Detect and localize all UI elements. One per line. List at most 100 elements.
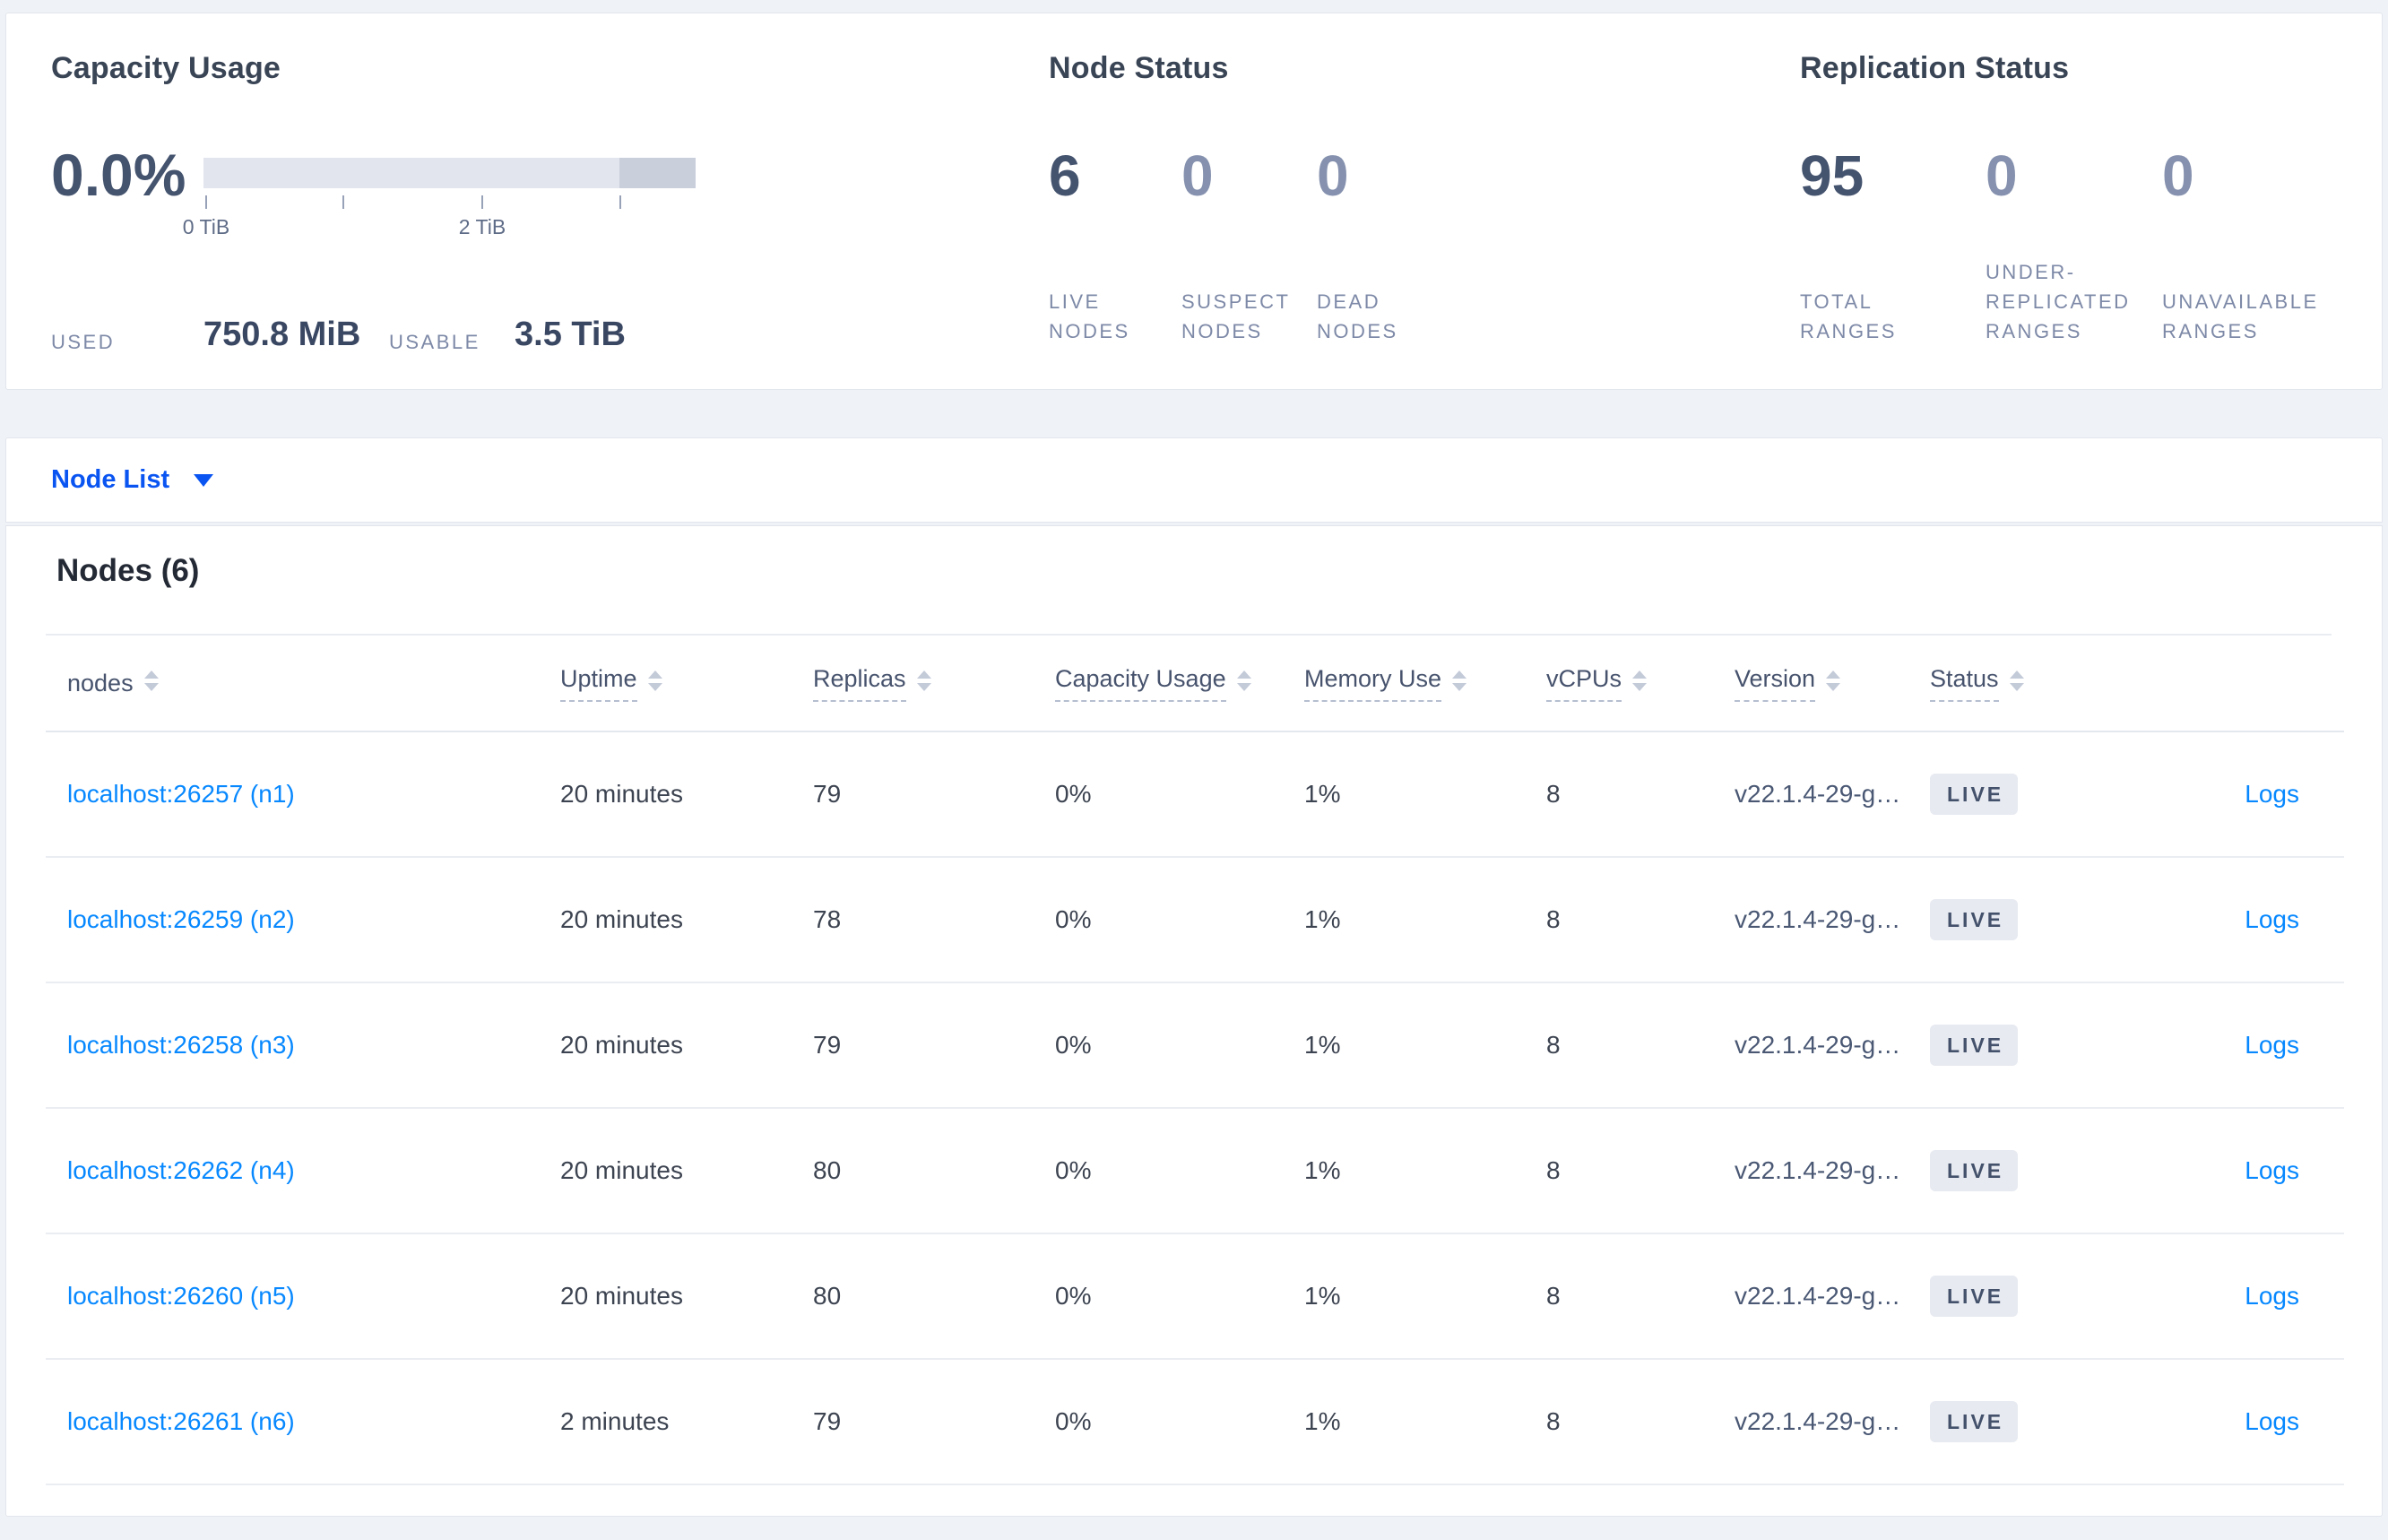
uptime-cell: 20 minutes (539, 982, 792, 1109)
column-header-vcpus[interactable]: vCPUs (1525, 636, 1713, 732)
sort-icon (1452, 670, 1467, 691)
under-replicated-ranges-stat: 0 UNDER-REPLICATED RANGES (1986, 146, 2162, 346)
used-value: 750.8 MiB (203, 316, 361, 353)
vcpus-cell: 8 (1525, 1359, 1713, 1485)
column-header-memory-use[interactable]: Memory Use (1283, 636, 1525, 732)
replicas-cell: 79 (792, 731, 1034, 858)
logs-cell: Logs (2088, 1108, 2344, 1234)
usable-label: USABLE (389, 331, 480, 353)
node-table-row: localhost:26257 (n1) 20 minutes 79 0% 1%… (46, 731, 2344, 858)
column-header-status[interactable]: Status (1908, 636, 2088, 732)
column-header-uptime[interactable]: Uptime (539, 636, 792, 732)
axis-tick (205, 195, 207, 209)
capacity-usage-title: Capacity Usage (51, 51, 281, 85)
uptime-cell: 2 minutes (539, 1359, 792, 1485)
vcpus-cell: 8 (1525, 1108, 1713, 1234)
uptime-cell: 20 minutes (539, 857, 792, 983)
dead-nodes-stat: 0 DEAD NODES (1317, 146, 1469, 346)
nodes-panel: Nodes (6) nodes Uptime Replicas Capacity… (5, 525, 2383, 1517)
logs-link[interactable]: Logs (2245, 1031, 2299, 1059)
logs-cell: Logs (2088, 1233, 2344, 1360)
dead-nodes-count: 0 (1317, 143, 1349, 208)
node-table-row: localhost:26260 (n5) 20 minutes 80 0% 1%… (46, 1233, 2344, 1360)
column-header-logs (2088, 636, 2344, 732)
status-badge: LIVE (1930, 1276, 2019, 1317)
node-link[interactable]: localhost:26259 (n2) (67, 905, 295, 933)
logs-link[interactable]: Logs (2245, 780, 2299, 808)
capacity-usage-cell: 0% (1034, 982, 1283, 1109)
version-cell: v22.1.4-29-g… (1713, 731, 1908, 858)
nodes-section-title: Nodes (6) (56, 553, 200, 588)
usable-value: 3.5 TiB (515, 316, 626, 353)
node-link[interactable]: localhost:26257 (n1) (67, 780, 295, 808)
node-table-row: localhost:26259 (n2) 20 minutes 78 0% 1%… (46, 857, 2344, 983)
node-link[interactable]: localhost:26262 (n4) (67, 1156, 295, 1184)
replication-status-section: Replication Status 95 TOTAL RANGES 0 UND… (1800, 13, 2383, 389)
capacity-used-percent: 0.0% (51, 142, 186, 208)
live-nodes-stat: 6 LIVE NODES (1049, 146, 1181, 346)
column-header-capacity-usage[interactable]: Capacity Usage (1034, 636, 1283, 732)
status-badge: LIVE (1930, 1025, 2019, 1066)
capacity-usage-cell: 0% (1034, 1108, 1283, 1234)
unavailable-ranges-label: UNAVAILABLE RANGES (2162, 290, 2319, 342)
unavailable-ranges-count: 0 (2162, 143, 2194, 208)
capacity-bar-reserved-segment (619, 158, 696, 188)
status-badge: LIVE (1930, 899, 2019, 940)
view-selector-bar: Node List (5, 437, 2383, 523)
under-replicated-ranges-count: 0 (1986, 143, 2018, 208)
status-badge: LIVE (1930, 1150, 2019, 1191)
node-table-row: localhost:26258 (n3) 20 minutes 79 0% 1%… (46, 982, 2344, 1109)
logs-cell: Logs (2088, 731, 2344, 858)
node-status-title: Node Status (1049, 51, 1229, 85)
version-cell: v22.1.4-29-g… (1713, 1108, 1908, 1234)
node-link[interactable]: localhost:26261 (n6) (67, 1407, 295, 1435)
logs-link[interactable]: Logs (2245, 1282, 2299, 1310)
replication-status-title: Replication Status (1800, 51, 2070, 85)
capacity-usage-cell: 0% (1034, 1359, 1283, 1485)
sort-icon (916, 670, 931, 691)
capacity-bar-axis: 0 TiB 2 TiB (183, 195, 696, 238)
node-table-row: localhost:26261 (n6) 2 minutes 79 0% 1% … (46, 1359, 2344, 1485)
node-status-section: Node Status 6 LIVE NODES 0 SUSPECT NODES… (1049, 13, 1676, 389)
capacity-usage-footer: USED 750.8 MiB USABLE 3.5 TiB (51, 309, 732, 358)
nodes-table: nodes Uptime Replicas Capacity Usage Mem… (46, 636, 2344, 1485)
version-cell: v22.1.4-29-g… (1713, 982, 1908, 1109)
live-nodes-count: 6 (1049, 143, 1081, 208)
version-cell: v22.1.4-29-g… (1713, 1359, 1908, 1485)
status-badge: LIVE (1930, 774, 2019, 815)
version-cell: v22.1.4-29-g… (1713, 857, 1908, 983)
status-badge: LIVE (1930, 1401, 2019, 1442)
axis-tick (481, 195, 483, 209)
sort-icon (1826, 670, 1841, 691)
total-ranges-label: TOTAL RANGES (1800, 290, 1897, 342)
node-list-dropdown[interactable]: Node List (51, 465, 214, 495)
logs-link[interactable]: Logs (2245, 1407, 2299, 1435)
capacity-usage-cell: 0% (1034, 731, 1283, 858)
sort-icon (143, 670, 159, 691)
total-ranges-count: 95 (1800, 143, 1865, 208)
nodes-heading-wrap: Nodes (6) (46, 526, 2332, 636)
replicas-cell: 79 (792, 1359, 1034, 1485)
vcpus-cell: 8 (1525, 731, 1713, 858)
column-header-replicas[interactable]: Replicas (792, 636, 1034, 732)
total-ranges-stat: 95 TOTAL RANGES (1800, 146, 1986, 346)
axis-tick-label: 0 TiB (182, 215, 230, 238)
logs-link[interactable]: Logs (2245, 1156, 2299, 1184)
node-link[interactable]: localhost:26258 (n3) (67, 1031, 295, 1059)
capacity-bar (203, 158, 696, 188)
column-header-version[interactable]: Version (1713, 636, 1908, 732)
status-cell: LIVE (1908, 857, 2088, 983)
node-table-row: localhost:26262 (n4) 20 minutes 80 0% 1%… (46, 1108, 2344, 1234)
logs-cell: Logs (2088, 982, 2344, 1109)
suspect-nodes-count: 0 (1181, 143, 1214, 208)
under-replicated-ranges-label: UNDER-REPLICATED RANGES (1986, 261, 2131, 342)
logs-link[interactable]: Logs (2245, 905, 2299, 933)
sort-icon (1632, 670, 1648, 691)
sort-icon (647, 670, 662, 691)
vcpus-cell: 8 (1525, 982, 1713, 1109)
suspect-nodes-label: SUSPECT NODES (1181, 290, 1291, 342)
node-link[interactable]: localhost:26260 (n5) (67, 1282, 295, 1310)
column-header-nodes[interactable]: nodes (46, 636, 539, 732)
sort-icon (1236, 670, 1251, 691)
axis-tick (342, 195, 344, 209)
